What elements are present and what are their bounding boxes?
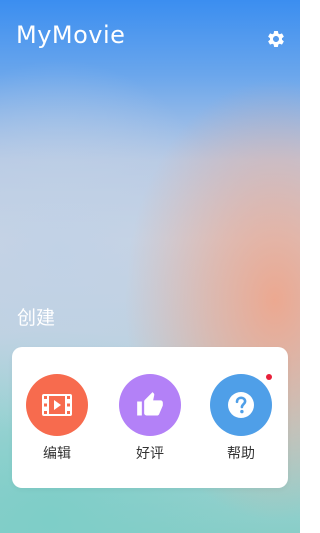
gear-icon	[268, 30, 284, 47]
app-title: MyMovie	[16, 21, 126, 49]
film-icon	[42, 394, 72, 416]
rate-label: 好评	[136, 446, 164, 462]
help-label: 帮助	[227, 446, 255, 462]
thumbs-up-icon	[137, 392, 163, 416]
edit-button[interactable]: 编辑	[19, 374, 95, 469]
edit-label: 编辑	[43, 446, 71, 462]
create-actions-card: 编辑 好评 帮助	[12, 347, 288, 488]
notification-dot	[266, 374, 272, 380]
section-create-label: 创建	[17, 307, 56, 329]
edit-icon-circle	[26, 374, 88, 436]
rate-button[interactable]: 好评	[112, 374, 188, 469]
help-button[interactable]: 帮助	[203, 374, 279, 469]
help-icon-circle	[210, 374, 272, 436]
rate-icon-circle	[119, 374, 181, 436]
question-icon	[228, 392, 254, 418]
settings-button[interactable]	[266, 29, 286, 49]
